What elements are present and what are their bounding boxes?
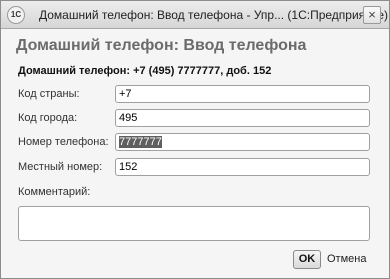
country-code-label: Код страны:: [18, 88, 80, 100]
dialog-window: 1С Домашний телефон: Ввод телефона - Упр…: [0, 0, 390, 279]
close-button[interactable]: ×: [363, 6, 381, 24]
city-code-label: Код города:: [18, 112, 78, 124]
form-heading: Домашний телефон: Ввод телефона: [16, 37, 307, 54]
extension-field[interactable]: 152: [115, 158, 370, 176]
country-code-value: +7: [119, 88, 132, 100]
title-bar[interactable]: 1С Домашний телефон: Ввод телефона - Упр…: [1, 1, 389, 29]
extension-label: Местный номер:: [18, 161, 103, 173]
city-code-field[interactable]: 495: [115, 109, 370, 127]
country-code-field[interactable]: +7: [115, 85, 370, 103]
phone-summary: Домашний телефон: +7 (495) 7777777, доб.…: [18, 65, 272, 77]
window-title: Домашний телефон: Ввод телефона - Упр...…: [39, 8, 389, 22]
extension-value: 152: [119, 161, 138, 173]
phone-number-field[interactable]: 7777777: [115, 133, 370, 151]
comment-label: Комментарий:: [18, 186, 91, 198]
cancel-button[interactable]: Отмена: [327, 253, 366, 265]
close-icon: ×: [368, 7, 376, 22]
comment-field[interactable]: [18, 206, 370, 241]
city-code-value: 495: [119, 112, 138, 124]
phone-number-label: Номер телефона:: [18, 136, 109, 148]
app-logo-icon[interactable]: 1С: [7, 6, 25, 24]
phone-number-value: 7777777: [119, 136, 162, 148]
ok-button[interactable]: OK: [293, 250, 321, 269]
